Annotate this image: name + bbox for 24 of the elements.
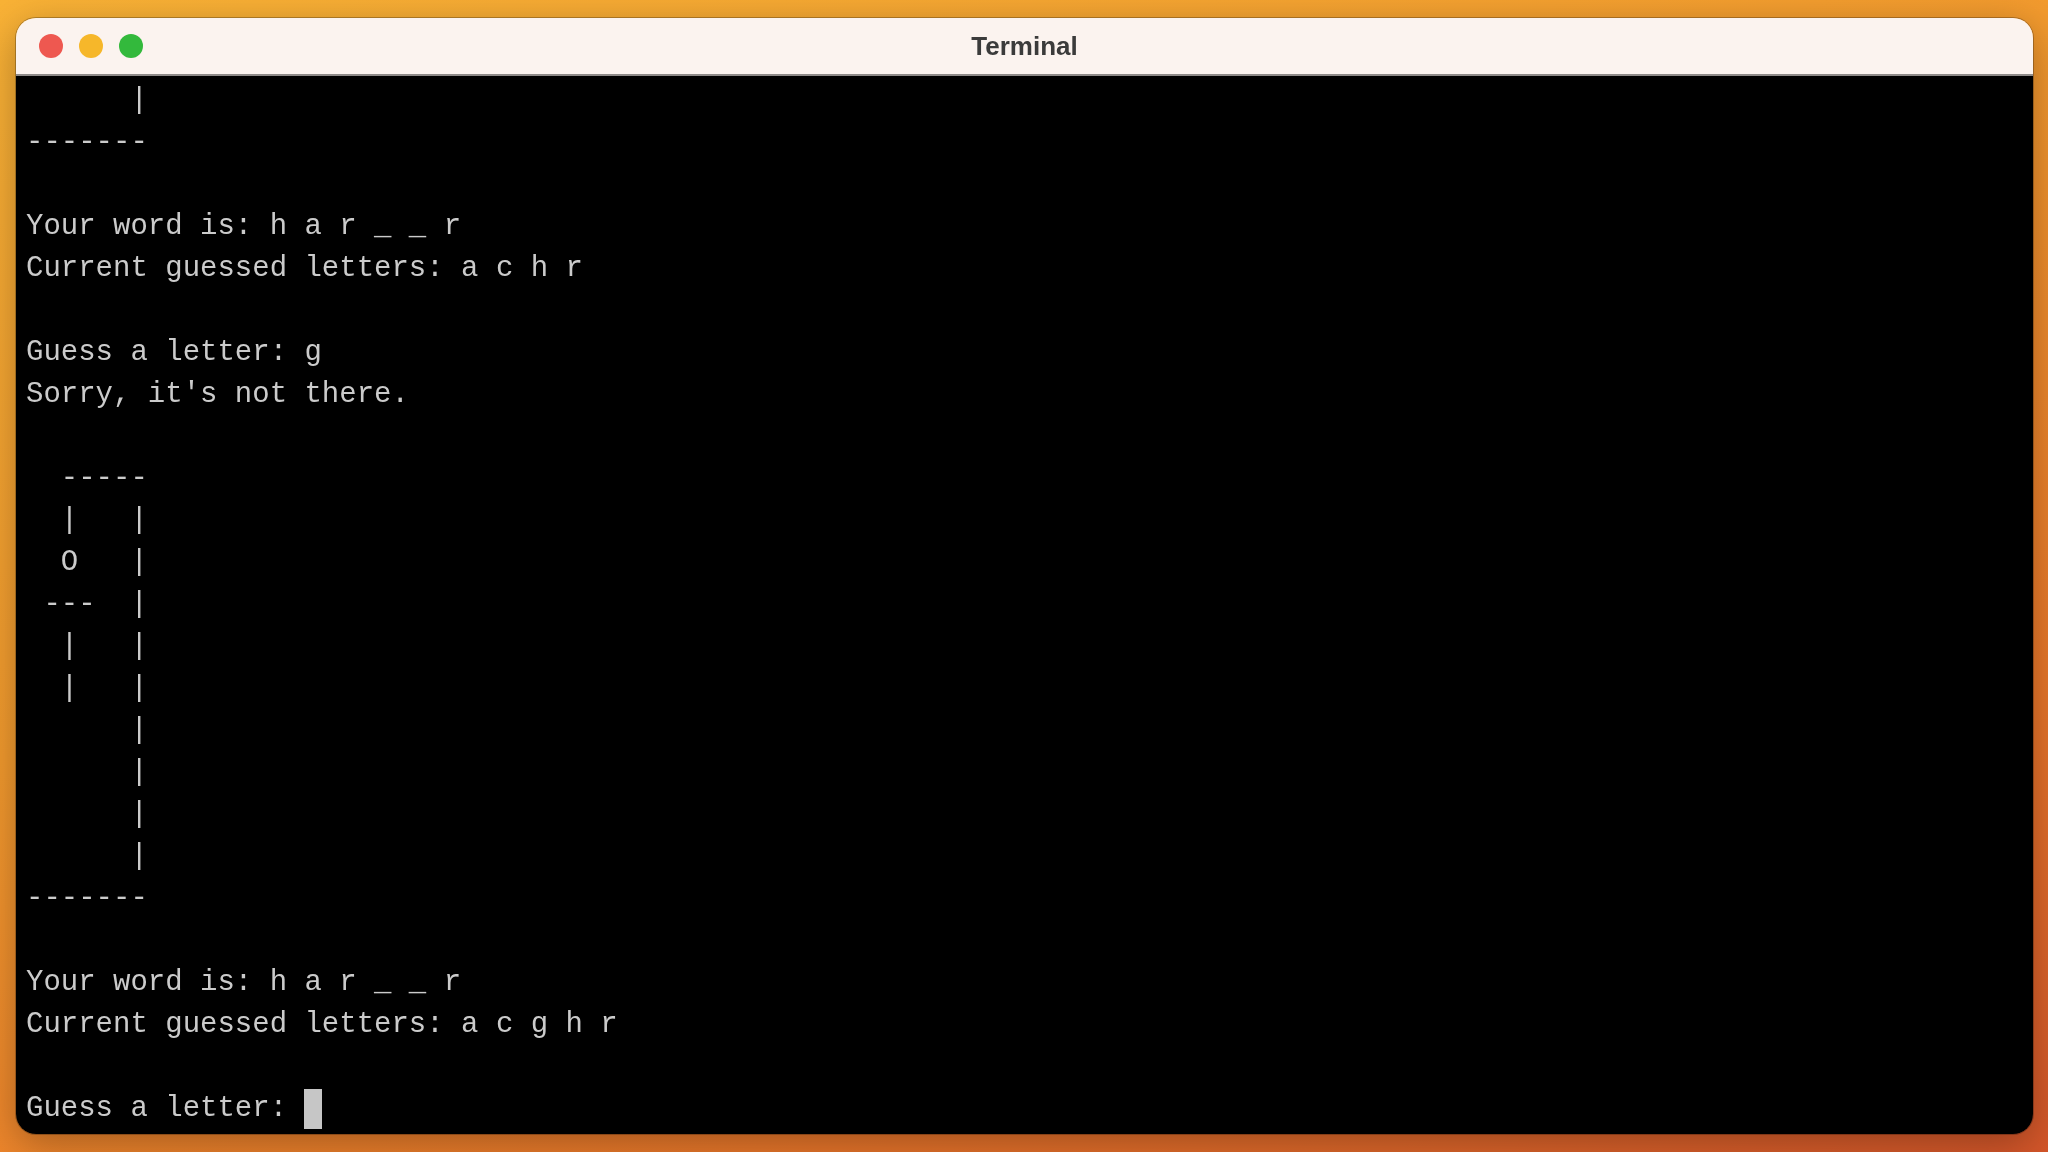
minimize-icon[interactable] — [79, 34, 103, 58]
terminal-line: ------- — [26, 125, 148, 161]
terminal-line: Guess a letter: g — [26, 335, 322, 371]
window-title: Terminal — [971, 30, 1078, 61]
terminal-line: ----- — [59, 461, 148, 497]
terminal-line: | — [129, 797, 148, 833]
terminal-line: Sorry, it's not there. — [26, 377, 409, 413]
close-icon[interactable] — [39, 34, 63, 58]
terminal-line: | | — [59, 671, 148, 707]
terminal-line: O | — [59, 545, 148, 581]
terminal-line: | | — [59, 503, 148, 539]
terminal-line: Current guessed letters: a c g h r — [26, 1007, 618, 1043]
terminal-line: --- | — [42, 587, 148, 623]
terminal-line: Current guessed letters: a c h r — [26, 251, 583, 287]
zoom-icon[interactable] — [119, 34, 143, 58]
terminal-line: | | — [59, 629, 148, 665]
terminal-line: | — [129, 83, 148, 119]
terminal-line: | — [129, 713, 148, 749]
terminal-line: | — [129, 839, 148, 875]
terminal-line: ------- — [26, 881, 148, 917]
terminal-prompt: Guess a letter: — [26, 1091, 288, 1127]
terminal-line: | — [129, 755, 148, 791]
terminal-line: Your word is: h a r _ _ r — [26, 965, 462, 1001]
terminal-line: Your word is: h a r _ _ r — [26, 209, 462, 245]
